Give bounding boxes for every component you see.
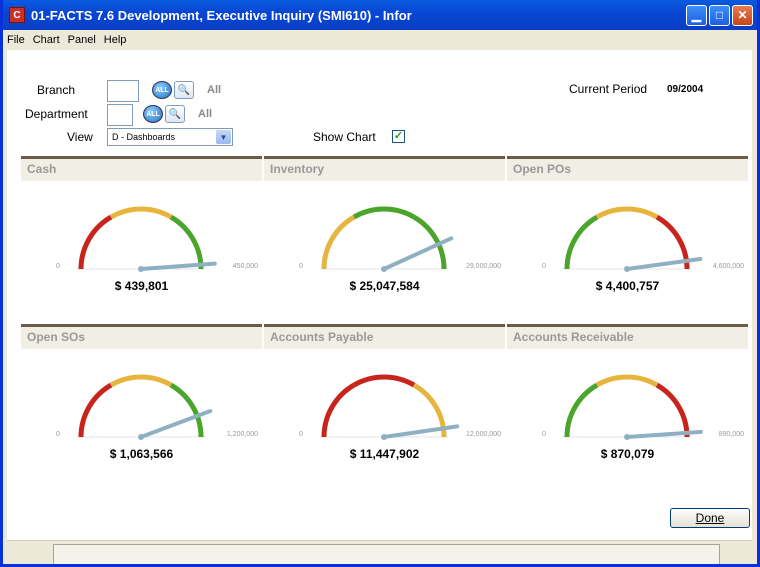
branch-all-text: All: [207, 84, 222, 96]
gauge-needle: [625, 429, 703, 439]
maximize-icon: □: [715, 8, 724, 22]
gauge-zone-green: [169, 382, 204, 438]
gauge-needle: [139, 261, 217, 271]
infor-logo-icon: C: [9, 7, 25, 23]
gauge-zone-red: [78, 382, 113, 438]
gauge-title: Open SOs: [21, 327, 262, 349]
branch-all-button[interactable]: ALL: [152, 81, 172, 99]
gauge-zone-green: [169, 214, 204, 270]
gauge-panel: Inventory 0 29,000,000 $ 25,047,584: [264, 156, 505, 321]
gauge-title: Accounts Receivable: [507, 327, 748, 349]
gauge-zone-green: [564, 214, 599, 270]
gauge-title: Inventory: [264, 159, 505, 181]
gauge-panel: Accounts Receivable 0 890,000 $ 870,079: [507, 324, 748, 489]
gauge-max-label: 29,000,000: [465, 263, 501, 270]
gauge-hub: [138, 434, 144, 440]
gauge-zone-yellow: [109, 206, 173, 220]
view-selected: D - Dashboards: [112, 132, 176, 142]
minimize-icon: ▁: [691, 8, 702, 22]
gauge-hub: [381, 266, 387, 272]
gauge-max-label: 4,600,000: [712, 263, 744, 270]
gauge-value: $ 4,400,757: [595, 279, 660, 293]
gauge-min-label: 0: [56, 263, 60, 270]
department-all-button[interactable]: ALL: [143, 105, 163, 123]
department-input[interactable]: [107, 104, 133, 126]
branch-input[interactable]: [107, 80, 139, 102]
branch-search-button[interactable]: 🔍: [174, 81, 194, 99]
gauge-min-label: 0: [299, 431, 303, 438]
status-field: [53, 544, 720, 564]
gauge-hub: [624, 434, 630, 440]
menu-help[interactable]: Help: [104, 34, 127, 46]
gauge-hub: [624, 266, 630, 272]
gauge-max-label: 890,000: [718, 431, 744, 438]
done-label: Done: [695, 511, 725, 525]
gauge-max-label: 1,200,000: [226, 431, 258, 438]
status-bar: [7, 540, 752, 564]
minimize-button[interactable]: ▁: [686, 4, 707, 26]
gauge-min-label: 0: [56, 431, 60, 438]
gauge-value: $ 11,447,902: [349, 447, 420, 461]
current-period-value: 09/2004: [667, 84, 704, 95]
gauge-title: Open POs: [507, 159, 748, 181]
close-button[interactable]: ✕: [732, 4, 753, 26]
gauge-zone-green: [564, 382, 599, 438]
title-bar[interactable]: C 01-FACTS 7.6 Development, Executive In…: [3, 0, 757, 30]
application-window: C 01-FACTS 7.6 Development, Executive In…: [0, 0, 760, 567]
view-label: View: [67, 130, 93, 144]
current-period-label: Current Period: [569, 82, 648, 96]
gauge-min-label: 0: [542, 431, 546, 438]
gauge-title: Cash: [21, 159, 262, 181]
dashboard-area: Branch ALL 🔍 All Department ALL 🔍 All Vi…: [7, 50, 752, 540]
gauge-zone-green: [352, 206, 416, 220]
show-chart-label: Show Chart: [313, 130, 376, 144]
menu-chart[interactable]: Chart: [33, 34, 60, 46]
gauge-panel: Accounts Payable 0 12,000,000 $ 11,447,902: [264, 324, 505, 489]
gauge-zone-red: [321, 382, 356, 438]
gauge-zone-yellow: [109, 374, 173, 388]
show-chart-checkbox[interactable]: ✓: [392, 130, 405, 143]
checkmark-icon: ✓: [393, 130, 404, 142]
chevron-down-icon[interactable]: ▼: [216, 130, 231, 144]
gauge-max-label: 450,000: [232, 263, 258, 270]
done-button[interactable]: Done: [670, 508, 750, 528]
gauge-zone-yellow: [321, 214, 356, 270]
menu-bar: File Chart Panel Help: [3, 30, 757, 49]
menu-panel[interactable]: Panel: [68, 34, 96, 46]
gauge-zone-yellow: [595, 374, 659, 388]
gauge-min-label: 0: [542, 263, 546, 270]
branch-label: Branch: [37, 83, 76, 97]
search-icon: 🔍: [168, 108, 182, 120]
gauge-panel: Open POs 0 4,600,000 $ 4,400,757: [507, 156, 748, 321]
menu-file[interactable]: File: [7, 34, 25, 46]
gauge-hub: [138, 266, 144, 272]
gauge-min-label: 0: [299, 263, 303, 270]
gauge-zone-red: [655, 382, 690, 438]
gauge-value: $ 870,079: [600, 447, 655, 461]
gauge-zone-yellow: [595, 206, 659, 220]
department-label: Department: [25, 107, 88, 121]
view-select[interactable]: D - Dashboards ▼: [107, 128, 233, 146]
gauge-panel: Open SOs 0 1,200,000 $ 1,063,566: [21, 324, 262, 489]
gauge-value: $ 25,047,584: [349, 279, 420, 293]
window-title: 01-FACTS 7.6 Development, Executive Inqu…: [31, 7, 412, 23]
department-all-text: All: [198, 108, 213, 120]
gauge-panel: Cash 0 450,000 $ 439,801: [21, 156, 262, 321]
gauge-value: $ 1,063,566: [109, 447, 174, 461]
department-search-button[interactable]: 🔍: [165, 105, 185, 123]
close-icon: ✕: [737, 8, 748, 22]
gauge-value: $ 439,801: [114, 279, 169, 293]
gauge-title: Accounts Payable: [264, 327, 505, 349]
maximize-button[interactable]: □: [709, 4, 730, 26]
gauge-zone-red: [78, 214, 113, 270]
gauge-hub: [381, 434, 387, 440]
search-icon: 🔍: [177, 84, 191, 96]
gauge-max-label: 12,000,000: [465, 431, 501, 438]
gauge-zone-red: [352, 374, 416, 388]
